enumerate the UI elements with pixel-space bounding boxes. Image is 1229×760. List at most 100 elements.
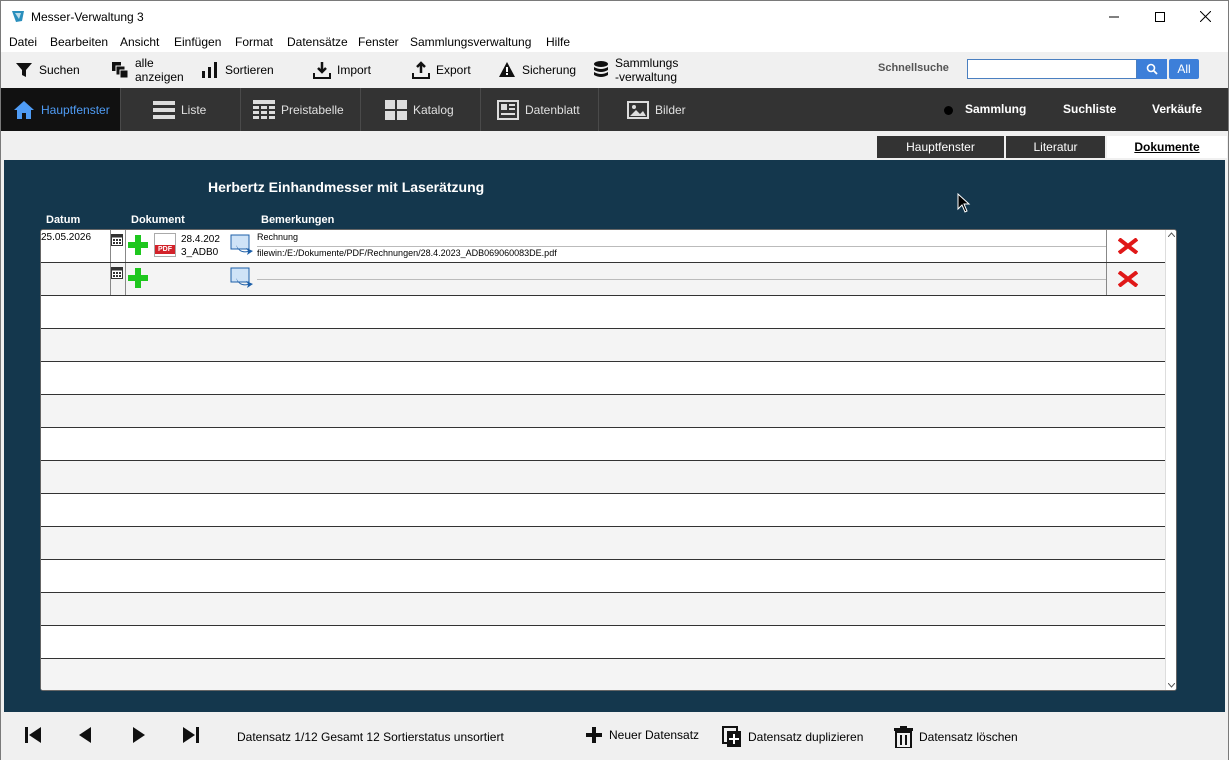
pdf-icon-label: PDF [155, 245, 175, 254]
scroll-up-icon[interactable] [1168, 232, 1175, 237]
backup-button-label: Sicherung [522, 63, 577, 77]
minimize-icon [1109, 16, 1119, 17]
add-document-icon[interactable] [127, 267, 149, 289]
document-path[interactable]: filewin:/E:/Dokumente/PDF/Rechnungen/28.… [257, 246, 1107, 258]
menu-bearbeiten[interactable]: Bearbeiten [50, 35, 108, 49]
maximize-icon [1155, 11, 1165, 22]
subtab-literatur[interactable]: Literatur [1006, 136, 1105, 158]
menu-bar: Datei Bearbeiten Ansicht Einfügen Format… [1, 32, 1228, 52]
show-all-label-2: anzeigen [135, 70, 184, 84]
delete-record-label: Datensatz löschen [919, 730, 1018, 744]
export-button-label: Export [436, 63, 471, 77]
minimize-button[interactable] [1091, 1, 1137, 32]
subtab-hauptfenster[interactable]: Hauptfenster [877, 136, 1004, 158]
search-button[interactable]: Suchen [15, 52, 80, 88]
menu-hilfe[interactable]: Hilfe [546, 35, 570, 49]
home-icon [14, 100, 34, 119]
next-record-icon[interactable] [132, 726, 146, 744]
calendar-icon[interactable] [111, 267, 123, 279]
nav-suchliste[interactable]: Suchliste [1063, 102, 1116, 116]
empty-row [41, 527, 1166, 560]
collection-management-button[interactable]: Sammlungs -verwaltung [593, 52, 678, 88]
backup-button[interactable]: Sicherung [498, 52, 576, 88]
title-bar: Messer-Verwaltung 3 [1, 1, 1228, 32]
close-window-button[interactable] [1182, 1, 1228, 32]
document-file-name-line2: 3_ADB0 [181, 247, 219, 258]
bar-chart-icon [202, 62, 217, 78]
add-document-icon[interactable] [127, 234, 149, 256]
app-window: Messer-Verwaltung 3 Datei Bearbeiten Ans… [0, 0, 1229, 760]
nav-verkaeufe[interactable]: Verkäufe [1152, 102, 1202, 116]
filter-icon [16, 63, 32, 77]
portal-scrollbar[interactable] [1165, 230, 1176, 690]
column-divider [125, 263, 126, 295]
app-logo-icon [12, 11, 24, 22]
document-date[interactable]: 25.05.2026 [41, 232, 91, 243]
pdf-icon[interactable]: PDF [154, 233, 176, 257]
subtab-dokumente[interactable]: Dokumente [1107, 136, 1227, 158]
document-row [41, 263, 1166, 296]
close-icon [1199, 11, 1211, 22]
empty-row [41, 494, 1166, 527]
nav-liste-label: Liste [181, 102, 207, 117]
nav-datenblatt[interactable]: Datenblatt [481, 88, 599, 131]
subtab-bar: Hauptfenster Literatur Dokumente [1, 131, 1228, 160]
menu-datei[interactable]: Datei [9, 35, 37, 49]
show-all-button[interactable]: alle anzeigen [111, 52, 184, 88]
menu-sammlungsverwaltung[interactable]: Sammlungsverwaltung [410, 35, 531, 49]
menu-ansicht[interactable]: Ansicht [120, 35, 159, 49]
documents-panel: Herbertz Einhandmesser mit Laserätzung D… [4, 160, 1225, 712]
toolbar: Suchen alle anzeigen Sortieren Import Ex… [1, 52, 1228, 88]
grid-icon [385, 99, 407, 120]
sort-button[interactable]: Sortieren [201, 52, 274, 88]
duplicate-icon [722, 726, 741, 747]
nav-datenblatt-label: Datenblatt [525, 102, 580, 117]
nav-bilder-label: Bilder [655, 102, 686, 117]
export-button[interactable]: Export [412, 52, 471, 88]
menu-format[interactable]: Format [235, 35, 273, 49]
delete-row-icon[interactable] [1118, 271, 1138, 287]
nav-bilder[interactable]: Bilder [599, 88, 719, 131]
nav-katalog[interactable]: Katalog [361, 88, 481, 131]
new-record-button[interactable]: Neuer Datensatz [585, 726, 699, 744]
collection-label-2: -verwaltung [615, 70, 678, 84]
new-record-label: Neuer Datensatz [609, 728, 700, 742]
nav-preistabelle[interactable]: Preistabelle [241, 88, 361, 131]
document-row: 25.05.2026 PDF 28.4.202 3_ADB0 Rechnung … [41, 230, 1166, 263]
open-file-icon[interactable] [230, 267, 254, 289]
duplicate-record-button[interactable]: Datensatz duplizieren [722, 726, 863, 748]
export-icon [412, 61, 430, 79]
quick-search-all-button[interactable]: All [1169, 59, 1199, 79]
document-remark[interactable]: Rechnung [257, 232, 298, 242]
quick-search-label: Schnellsuche [878, 62, 949, 74]
scroll-down-icon[interactable] [1168, 683, 1175, 688]
empty-row [41, 296, 1166, 329]
document-file-name: 28.4.202 3_ADB0 [181, 233, 226, 259]
nav-hauptfenster-label: Hauptfenster [41, 102, 110, 117]
menu-einfuegen[interactable]: Einfügen [174, 35, 221, 49]
menu-fenster[interactable]: Fenster [358, 35, 399, 49]
nav-liste[interactable]: Liste [121, 88, 241, 131]
open-file-icon[interactable] [230, 234, 254, 256]
delete-row-icon[interactable] [1118, 238, 1138, 254]
calendar-icon[interactable] [111, 234, 123, 246]
trash-icon [894, 726, 913, 748]
quick-search-input[interactable] [967, 59, 1137, 79]
maximize-button[interactable] [1137, 1, 1183, 32]
previous-record-icon[interactable] [78, 726, 92, 744]
empty-row [41, 626, 1166, 659]
plus-icon [586, 727, 602, 743]
last-record-icon[interactable] [182, 726, 200, 744]
sammlung-active-dot [944, 106, 953, 115]
menu-datensaetze[interactable]: Datensätze [287, 35, 348, 49]
show-all-icon [112, 62, 129, 79]
nav-sammlung[interactable]: Sammlung [965, 102, 1026, 116]
import-button[interactable]: Import [313, 52, 371, 88]
first-record-icon[interactable] [24, 726, 42, 744]
documents-portal: 25.05.2026 PDF 28.4.202 3_ADB0 Rechnung … [40, 229, 1177, 691]
duplicate-record-label: Datensatz duplizieren [748, 730, 864, 744]
status-bar: Datensatz 1/12 Gesamt 12 Sortierstatus u… [1, 712, 1228, 760]
nav-hauptfenster[interactable]: Hauptfenster [1, 88, 121, 131]
delete-record-button[interactable]: Datensatz löschen [894, 726, 1018, 748]
quick-search-button[interactable] [1137, 59, 1167, 79]
